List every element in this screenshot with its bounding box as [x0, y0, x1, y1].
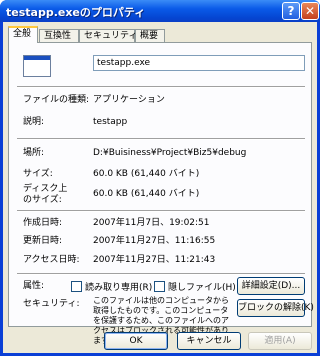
modified-label: 更新日時:	[23, 236, 63, 246]
location-label: 場所:	[23, 148, 45, 158]
application-icon	[23, 55, 51, 77]
tab-security[interactable]: セキュリティ	[79, 29, 137, 43]
unblock-button[interactable]: ブロックの解除(K)	[237, 299, 314, 317]
accessed-value: 2007年11月27日、11:21:43	[93, 255, 216, 265]
divider	[17, 138, 305, 140]
disk-size-label-line2: のサイズ:	[23, 195, 62, 205]
location-value: D:¥Buisiness¥Project¥Biz5¥debug	[93, 148, 247, 158]
apply-button[interactable]: 適用(A)	[248, 332, 312, 350]
divider	[17, 273, 305, 275]
hidden-checkbox[interactable]: 隠しファイル(H)	[154, 280, 236, 293]
file-name-field[interactable]: testapp.exe	[93, 55, 305, 71]
properties-window: testapp.exeのプロパティ ? ✕ 全般 互換性 セキュリティ 概要 t…	[0, 0, 320, 356]
readonly-checkbox-box[interactable]	[71, 281, 82, 292]
tab-general[interactable]: 全般	[8, 26, 38, 43]
hidden-checkbox-box[interactable]	[154, 281, 165, 292]
tab-compatibility[interactable]: 互換性	[39, 29, 79, 43]
ok-button[interactable]: OK	[104, 332, 168, 350]
security-label: セキュリティ:	[23, 299, 80, 309]
window-title: testapp.exeのプロパティ	[6, 6, 146, 19]
readonly-checkbox[interactable]: 読み取り専用(R)	[71, 280, 152, 293]
created-value: 2007年11月7日、19:02:51	[93, 218, 210, 228]
advanced-button[interactable]: 詳細設定(D)...	[237, 277, 305, 295]
general-tab-panel: testapp.exe ファイルの種類: アプリケーション 説明: testap…	[8, 42, 314, 345]
tab-summary[interactable]: 概要	[135, 29, 165, 43]
title-bar[interactable]: testapp.exeのプロパティ ? ✕	[0, 0, 320, 22]
description-label: 説明:	[23, 117, 45, 127]
readonly-checkbox-label: 読み取り専用(R)	[85, 283, 153, 293]
accessed-label: アクセス日時:	[23, 255, 80, 265]
attributes-label: 属性:	[23, 281, 45, 291]
size-label: サイズ:	[23, 169, 53, 179]
file-type-label: ファイルの種類:	[23, 95, 90, 105]
file-type-value: アプリケーション	[93, 95, 165, 105]
created-label: 作成日時:	[23, 218, 63, 228]
size-value: 60.0 KB (61,440 バイト)	[93, 169, 200, 179]
help-button[interactable]: ?	[282, 2, 300, 20]
divider	[17, 210, 305, 212]
cancel-button[interactable]: キャンセル	[177, 332, 241, 350]
modified-value: 2007年11月27日、11:16:55	[93, 236, 216, 246]
divider	[17, 86, 305, 88]
hidden-checkbox-label: 隠しファイル(H)	[168, 283, 236, 293]
dialog-client: 全般 互換性 セキュリティ 概要 testapp.exe ファイルの種類: アプ…	[3, 22, 317, 353]
description-value: testapp	[93, 117, 128, 127]
disk-size-label-line1: ディスク上	[23, 184, 68, 194]
close-button[interactable]: ✕	[301, 2, 319, 20]
disk-size-value: 60.0 KB (61,440 バイト)	[93, 189, 200, 199]
